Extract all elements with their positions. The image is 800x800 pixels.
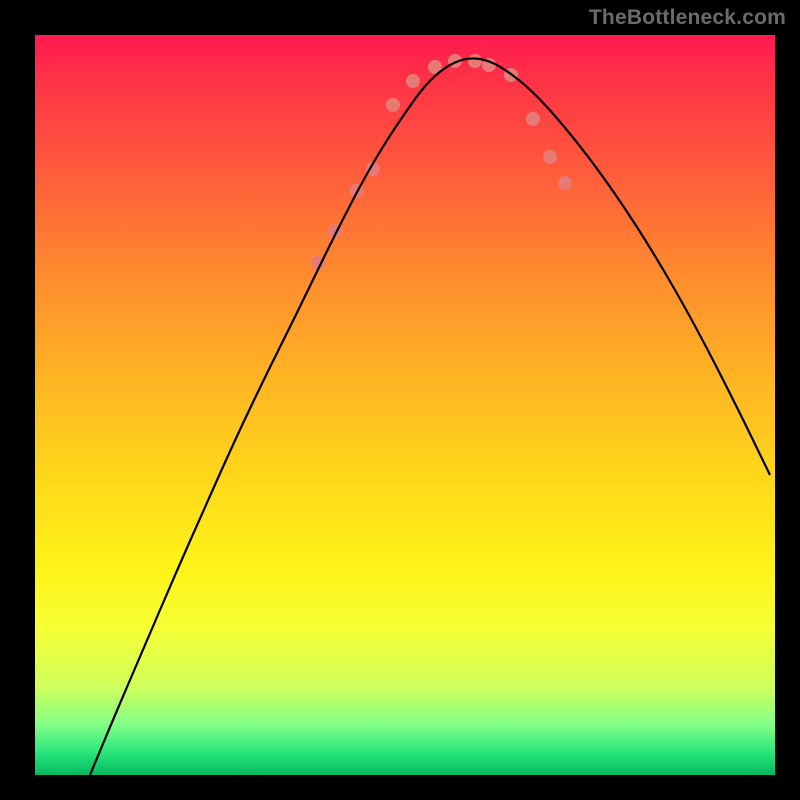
data-dot: [406, 74, 420, 88]
data-dot: [558, 176, 572, 190]
data-dot: [468, 54, 482, 68]
watermark-text: TheBottleneck.com: [589, 6, 786, 30]
data-dot: [526, 112, 540, 126]
chart-svg: [35, 35, 775, 775]
curve-line: [90, 58, 770, 775]
dot-layer: [311, 54, 572, 270]
chart-stage: TheBottleneck.com: [0, 0, 800, 800]
data-dot: [543, 150, 557, 164]
data-dot: [386, 98, 400, 112]
